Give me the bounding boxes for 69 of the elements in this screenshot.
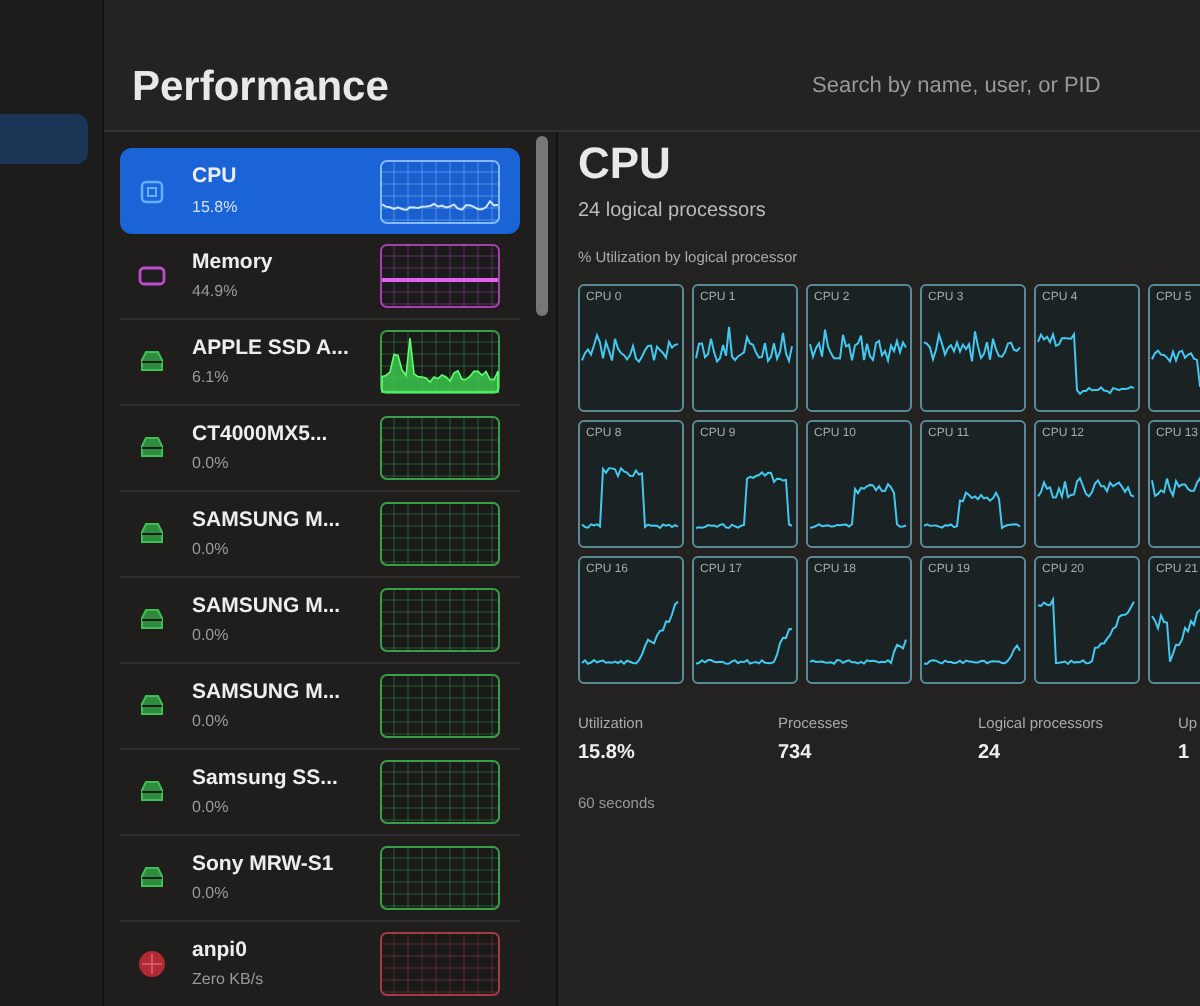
stat-value: 15.8% [578,740,637,768]
stat-value: 1 [1178,740,1192,768]
device-usage: 0.0% [192,624,231,649]
usage-graph [380,932,500,996]
usage-line [1037,330,1135,395]
scrollbar-thumb[interactable] [536,136,548,316]
detail-subtitle: 24 logical processors [578,197,768,225]
device-row[interactable]: Sony MRW-S1 0.0% [120,836,520,922]
usage-graph [380,330,500,394]
usage-line [1151,347,1200,387]
usage-graph [380,846,500,910]
device-name: SAMSUNG M... [192,677,343,708]
device-usage: 0.0% [192,882,231,907]
device-usage: 6.1% [192,366,231,391]
device-name: anpi0 [192,935,249,966]
device-row[interactable]: SAMSUNG M... 0.0% [120,578,520,664]
device-row[interactable]: Memory 44.9% [120,234,520,320]
device-usage: 44.9% [192,280,240,305]
usage-line [1037,595,1135,665]
usage-graph [380,760,500,824]
usage-line [923,329,1021,363]
detail-title: CPU [578,136,673,191]
device-name: APPLE SSD A... [192,333,351,364]
usage-line [581,465,679,529]
device-name: CT4000MX5... [192,419,330,450]
device-usage: 0.0% [192,796,231,821]
stat-value: 24 [978,740,1003,768]
globe-icon [136,948,168,980]
usage-graph [380,159,500,223]
device-row[interactable]: Samsung SS... 0.0% [120,750,520,836]
sidebar-item[interactable] [0,114,88,164]
device-usage: 15.8% [192,195,240,220]
device-row[interactable]: CPU 15.8% [120,148,520,234]
device-row[interactable]: SAMSUNG M... 0.0% [120,664,520,750]
usage-line [923,643,1021,665]
usage-line [695,627,793,665]
device-name: Sony MRW-S1 [192,849,336,880]
usage-line [581,600,679,665]
usage-graph [380,588,500,652]
usage-line [1151,475,1200,498]
device-name: SAMSUNG M... [192,505,343,536]
usage-graph [380,416,500,480]
usage-line [809,482,907,529]
device-name: Samsung SS... [192,763,340,794]
usage-graph [380,674,500,738]
page-title: Performance [132,61,389,114]
usage-line [1037,475,1135,500]
device-name: Memory [192,247,275,278]
device-usage: Zero KB/s [192,968,266,993]
chip-icon [136,175,168,207]
usage-line [923,490,1021,530]
device-name: SAMSUNG M... [192,591,343,622]
usage-line [581,331,679,363]
device-row[interactable]: CT4000MX5... 0.0% [120,406,520,492]
usage-line [695,325,793,364]
device-usage: 0.0% [192,452,231,477]
usage-line [695,470,793,529]
device-row[interactable]: anpi0 Zero KB/s [120,922,520,1006]
device-row[interactable]: APPLE SSD A... 6.1% [120,320,520,406]
usage-line [809,328,907,364]
usage-graph [380,244,500,308]
search-field[interactable]: Search by name, user, or PID [812,70,1172,104]
device-usage: 0.0% [192,538,231,563]
usage-graph [380,502,500,566]
device-name: CPU [192,162,239,193]
usage-line [809,638,907,665]
stat-value: 734 [778,740,814,768]
device-row[interactable]: SAMSUNG M... 0.0% [120,492,520,578]
device-usage: 0.0% [192,710,231,735]
